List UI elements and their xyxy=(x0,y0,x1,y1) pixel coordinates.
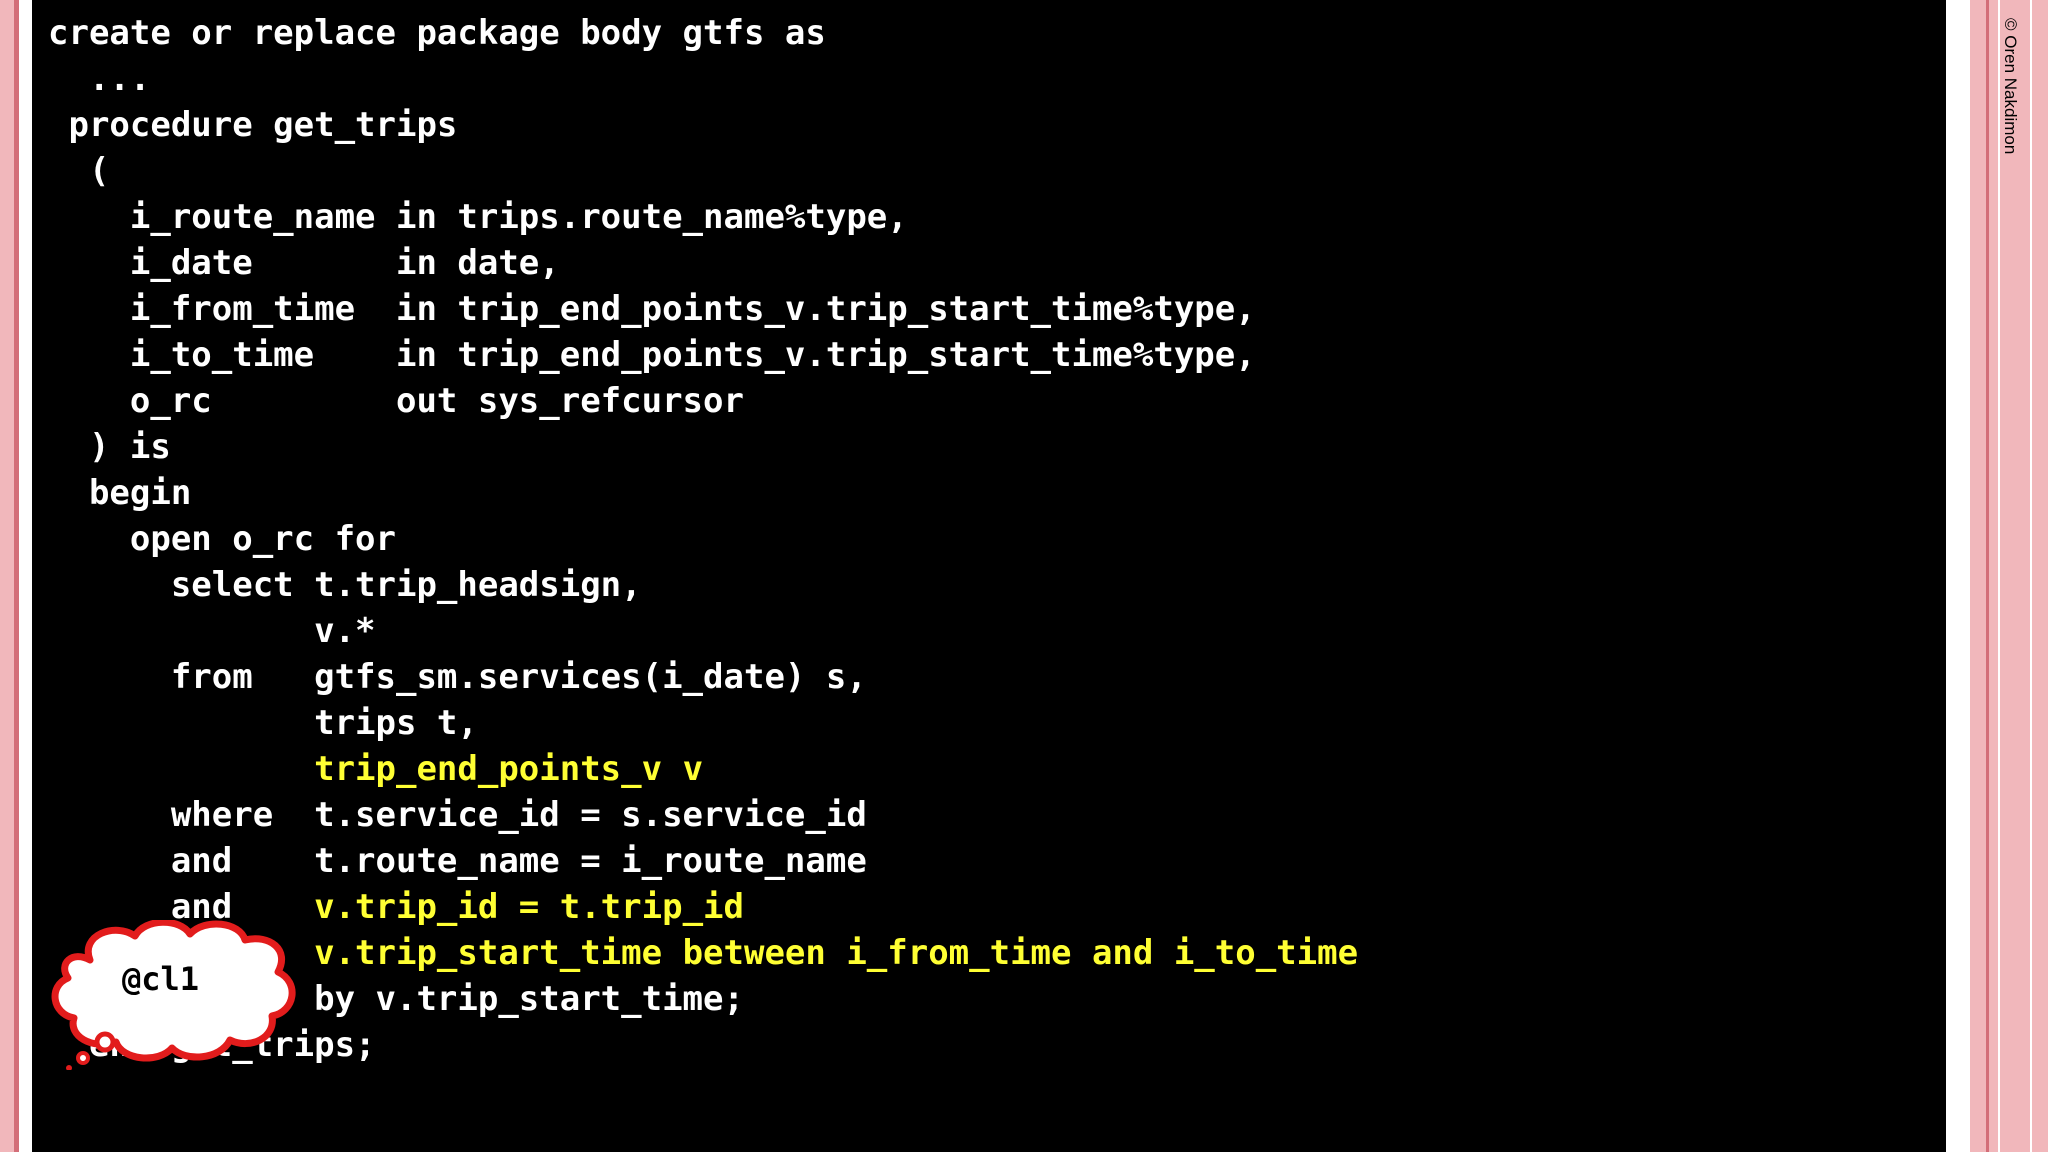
right-border-gap xyxy=(1946,0,1970,1152)
code-line: ... xyxy=(48,56,1358,102)
code-line: v.* xyxy=(48,608,1358,654)
code-line: i_to_time in trip_end_points_v.trip_star… xyxy=(48,332,1358,378)
code-text: where t.service_id = s.service_id xyxy=(48,795,867,835)
code-line: begin xyxy=(48,470,1358,516)
code-text: open o_rc for xyxy=(48,519,396,559)
code-highlight: trip_end_points_v v xyxy=(314,749,704,789)
code-text: i_date in date, xyxy=(48,243,560,283)
code-line: trip_end_points_v v xyxy=(48,746,1358,792)
right-border-line xyxy=(1986,0,1989,1152)
code-text: i_to_time in trip_end_points_v.trip_star… xyxy=(48,335,1256,375)
code-text: o_rc out sys_refcursor xyxy=(48,381,744,421)
left-border-gap xyxy=(19,0,32,1152)
bubble-annotation: @cl1 xyxy=(122,960,200,998)
code-text: create or replace package body gtfs as xyxy=(48,13,826,53)
code-text: i_from_time in trip_end_points_v.trip_st… xyxy=(48,289,1256,329)
code-highlight: v.trip_start_time between i_from_time an… xyxy=(314,933,1359,973)
code-line: open o_rc for xyxy=(48,516,1358,562)
code-line: i_date in date, xyxy=(48,240,1358,286)
code-line: ( xyxy=(48,148,1358,194)
code-line: o_rc out sys_refcursor xyxy=(48,378,1358,424)
code-text: from gtfs_sm.services(i_date) s, xyxy=(48,657,867,697)
code-text: i_route_name in trips.route_name%type, xyxy=(48,197,908,237)
code-text: begin xyxy=(48,473,192,513)
code-panel: create or replace package body gtfs as .… xyxy=(32,0,1946,1152)
right-border-band xyxy=(1970,0,2048,1152)
code-line: create or replace package body gtfs as xyxy=(48,10,1358,56)
code-line: select t.trip_headsign, xyxy=(48,562,1358,608)
right-border-thin-line-2 xyxy=(2030,0,2032,1152)
slide: create or replace package body gtfs as .… xyxy=(0,0,2048,1152)
copyright-notice: © Oren Nakdimon xyxy=(2001,18,2020,155)
code-line: procedure get_trips xyxy=(48,102,1358,148)
thought-bubble: @cl1 xyxy=(50,920,310,1070)
code-line: and t.route_name = i_route_name xyxy=(48,838,1358,884)
code-line: i_from_time in trip_end_points_v.trip_st… xyxy=(48,286,1358,332)
code-line: trips t, xyxy=(48,700,1358,746)
code-highlight: v.trip_id = t.trip_id xyxy=(314,887,744,927)
code-text: ( xyxy=(48,151,110,191)
code-line: where t.service_id = s.service_id xyxy=(48,792,1358,838)
code-line: i_route_name in trips.route_name%type, xyxy=(48,194,1358,240)
code-text: trips t, xyxy=(48,703,478,743)
code-line: ) is xyxy=(48,424,1358,470)
code-text: v.* xyxy=(48,611,376,651)
code-text: ... xyxy=(48,59,151,99)
code-text: and t.route_name = i_route_name xyxy=(48,841,867,881)
left-border-band xyxy=(0,0,14,1152)
code-text: select t.trip_headsign, xyxy=(48,565,642,605)
right-border-thin-line xyxy=(1998,0,2000,1152)
code-text: ) is xyxy=(48,427,171,467)
code-text: procedure get_trips xyxy=(48,105,458,145)
code-line: from gtfs_sm.services(i_date) s, xyxy=(48,654,1358,700)
code-block: create or replace package body gtfs as .… xyxy=(48,10,1358,1068)
